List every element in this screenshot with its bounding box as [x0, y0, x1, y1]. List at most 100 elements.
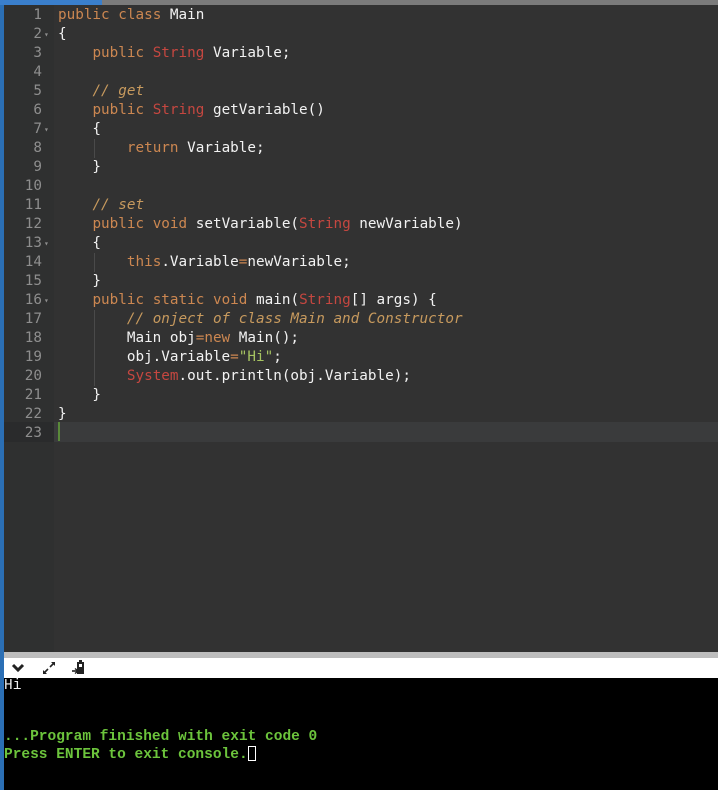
line-number: 14 [24, 254, 42, 270]
fold-toggle-icon[interactable]: ▾ [44, 234, 49, 253]
code-lines[interactable]: 1 public class Main 2 ▾{3 public String Var… [4, 6, 718, 443]
code-line[interactable]: 8 return Variable; [4, 139, 718, 158]
fold-toggle-icon[interactable]: ▾ [44, 291, 49, 310]
console-output[interactable]: Hi ...Program finished with exit code 0 … [4, 678, 718, 790]
code-line[interactable]: 3 public String Variable; [4, 44, 718, 63]
type-token: String [152, 102, 205, 118]
code-line[interactable]: 14 this.Variable=newVariable; [4, 253, 718, 272]
code-line[interactable]: 22} [4, 405, 718, 424]
code-token: { [58, 235, 102, 251]
line-number: 3 [33, 45, 42, 61]
code-token: setVariable( [187, 216, 300, 232]
code-token: Main(); [230, 330, 300, 346]
code-text: public static void main(String[] args) { [58, 291, 437, 310]
exit-message: ...Program finished with exit code 0 [4, 729, 318, 745]
code-line[interactable]: 10 [4, 177, 718, 196]
code-token: Main obj [58, 330, 196, 346]
code-line[interactable]: 4 [4, 63, 718, 82]
line-number: 17 [24, 311, 42, 327]
line-number: 13 [24, 235, 42, 251]
code-token: [] args) { [350, 292, 437, 308]
line-number: 10 [24, 178, 42, 194]
keyword-token: void [152, 216, 188, 232]
code-line[interactable]: 2 ▾ { [4, 25, 718, 44]
exit-prompt: Press ENTER to exit console. [4, 747, 248, 763]
chevron-down-icon[interactable] [10, 660, 26, 676]
code-editor[interactable]: 1 public class Main 2 ▾{3 public String Var… [4, 5, 718, 652]
code-token: Variable; [204, 45, 291, 61]
code-line[interactable]: 17 // onject of class Main and Construct… [4, 310, 718, 329]
code-line[interactable]: 6 public String getVariable() [4, 101, 718, 120]
expand-icon[interactable] [41, 660, 57, 676]
keyword-token: public [92, 216, 145, 232]
keyword-token: public [92, 292, 145, 308]
code-token: .Variable [161, 254, 239, 270]
type-token: String [152, 45, 205, 61]
line-number: 1 [33, 7, 42, 23]
program-output: Hi [4, 678, 22, 694]
code-text: public String getVariable() [58, 101, 324, 120]
line-number: 9 [33, 159, 42, 175]
code-line[interactable]: 19 obj.Variable="Hi"; [4, 348, 718, 367]
code-line[interactable]: 11 // set [4, 196, 718, 215]
comment-token: // set [92, 197, 145, 213]
line-number: 16 [24, 292, 42, 308]
operator-token: = [230, 349, 239, 365]
code-token: } [58, 387, 102, 403]
line-number: 7 [33, 121, 42, 137]
code-text: Main obj=new Main(); [58, 329, 299, 348]
code-text: { [58, 25, 67, 44]
code-line[interactable]: 9 } [4, 158, 718, 177]
code-token: { [58, 26, 67, 42]
code-line[interactable]: 1 public class Main [4, 6, 718, 25]
code-line[interactable]: 21 } [4, 386, 718, 405]
code-token: ; [273, 349, 282, 365]
code-line[interactable]: 20 System.out.println(obj.Variable); [4, 367, 718, 386]
console-toolbar [4, 658, 718, 678]
code-token: obj.Variable [58, 349, 231, 365]
keyword-token: this [126, 254, 162, 270]
code-token: } [58, 406, 67, 422]
code-text: return Variable; [58, 139, 265, 158]
code-token: { [58, 121, 102, 137]
keyword-token: class [118, 7, 162, 23]
line-number: 23 [24, 425, 42, 441]
code-line[interactable]: 5 // get [4, 82, 718, 101]
keyword-token: public [92, 102, 145, 118]
line-number: 19 [24, 349, 42, 365]
fold-toggle-icon[interactable]: ▾ [44, 25, 49, 44]
stdin-icon[interactable] [71, 660, 87, 676]
terminal-cursor [247, 746, 256, 761]
code-line[interactable]: 13 ▾ { [4, 234, 718, 253]
code-text: public String Variable; [58, 44, 290, 63]
type-token: String [299, 292, 351, 308]
line-number: 5 [33, 83, 42, 99]
code-line[interactable]: 16 ▾ public static void main(String[] arg… [4, 291, 718, 310]
fold-toggle-icon[interactable]: ▾ [44, 120, 49, 139]
code-text: // onject of class Main and Constructor [58, 310, 463, 329]
code-text: { [58, 234, 101, 253]
code-line[interactable]: 7 ▾ { [4, 120, 718, 139]
comment-token: // onject of class Main and Constructor [126, 311, 463, 327]
code-line[interactable]: 12 public void setVariable(String newVar… [4, 215, 718, 234]
keyword-token: new [204, 330, 231, 346]
code-token: Main [161, 7, 205, 23]
code-token: newVariable) [350, 216, 463, 232]
code-line[interactable]: 18 Main obj=new Main(); [4, 329, 718, 348]
code-line[interactable]: 23 [4, 424, 718, 443]
code-line[interactable]: 15 } [4, 272, 718, 291]
keyword-token: public [92, 45, 145, 61]
